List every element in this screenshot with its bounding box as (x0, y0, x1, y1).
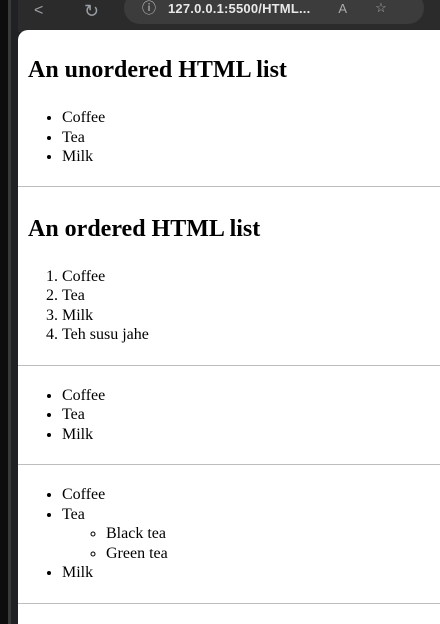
list-item: Tea Black tea Green tea (62, 505, 440, 564)
unordered-list: Coffee Tea Milk (28, 108, 440, 167)
read-aloud-icon[interactable]: A (338, 1, 347, 16)
site-info-icon[interactable]: ⓘ (142, 0, 156, 18)
favorite-star-icon[interactable]: ☆ (375, 0, 387, 16)
list-item: Milk (62, 306, 440, 326)
url-text: 127.0.0.1:5500/HTML... (168, 0, 311, 16)
list-item: Coffee (62, 386, 440, 406)
list-item: Coffee (62, 108, 440, 128)
list-item: Milk (62, 563, 440, 583)
list-item-label: Tea (62, 505, 85, 523)
list-item: Milk (62, 147, 440, 167)
browser-toolbar: < ↻ ⓘ 127.0.0.1:5500/HTML... A ☆ (0, 0, 440, 32)
list-item: Milk (62, 425, 440, 445)
address-bar[interactable]: ⓘ 127.0.0.1:5500/HTML... A ☆ (124, 0, 424, 24)
page-viewport: An unordered HTML list Coffee Tea Milk A… (18, 30, 440, 624)
nested-list: Coffee Tea Black tea Green tea Milk (28, 485, 440, 583)
list-item: Teh susu jahe (62, 325, 440, 345)
list-item: Tea (62, 128, 440, 148)
nested-sublist: Black tea Green tea (62, 524, 440, 563)
nested-list-item: Green tea (106, 544, 440, 564)
heading-ordered-list: An ordered HTML list (28, 215, 261, 242)
back-arrow-icon[interactable]: < (34, 0, 43, 22)
reload-icon[interactable]: ↻ (84, 0, 99, 22)
list-item: Coffee (62, 267, 440, 287)
list-item: Coffee (62, 485, 440, 505)
nested-list-item: Black tea (106, 524, 440, 544)
list-item: Tea (62, 405, 440, 425)
unordered-list-2: Coffee Tea Milk (28, 386, 440, 445)
window-edge (0, 0, 18, 624)
heading-unordered-list: An unordered HTML list (28, 57, 287, 83)
page-content: An unordered HTML list Coffee Tea Milk A… (18, 30, 440, 604)
list-item: Tea (62, 286, 440, 306)
divider (18, 602, 440, 604)
ordered-list: Coffee Tea Milk Teh susu jahe (28, 267, 440, 345)
